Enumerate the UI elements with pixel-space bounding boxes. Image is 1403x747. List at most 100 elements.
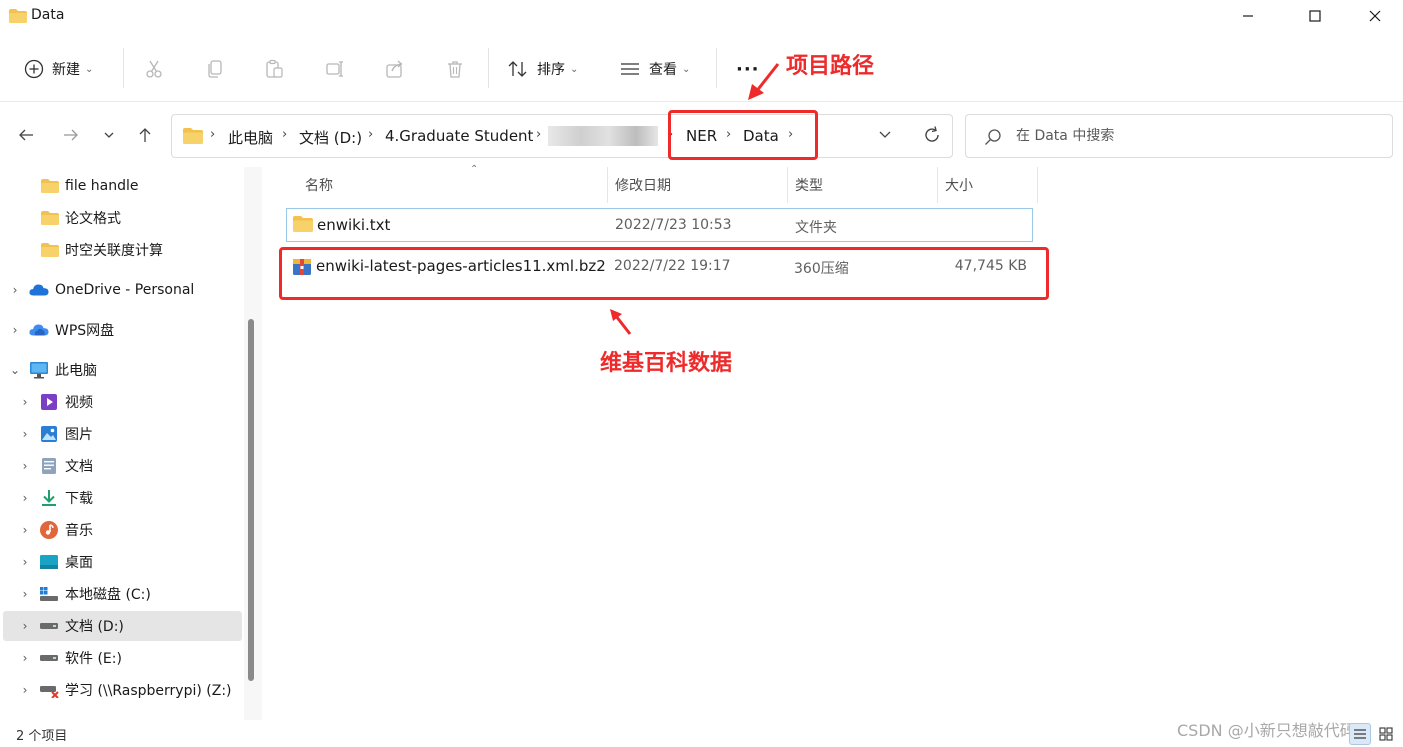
document-icon (39, 456, 59, 476)
new-label: 新建 (52, 62, 80, 78)
sidebar-item-network-z[interactable]: › 学习 (\\Raspberrypi) (Z:) (0, 675, 242, 705)
cut-button[interactable] (144, 52, 164, 86)
chevron-down-icon: ⌄ (570, 63, 579, 75)
chevron-right-icon[interactable]: › (19, 555, 31, 569)
chevron-right-icon[interactable]: › (19, 523, 31, 537)
column-header-type[interactable]: 类型 (788, 167, 938, 203)
folder-icon (40, 208, 60, 228)
sort-icon (508, 61, 527, 77)
wiki-data-annotation: 维基百科数据 (600, 351, 733, 376)
sidebar-item-documents[interactable]: › 文档 (0, 451, 242, 481)
sidebar-item-drive-e[interactable]: › 软件 (E:) (0, 643, 242, 673)
chevron-right-icon: › (210, 127, 216, 142)
address-row: › 此电脑 › 文档 (D:) › 4.Graduate Student › ›… (0, 103, 1403, 167)
sidebar-item-spatiotemporal[interactable]: 时空关联度计算 (0, 235, 242, 265)
search-icon (984, 128, 1002, 150)
chevron-right-icon[interactable]: › (19, 395, 31, 409)
copy-button[interactable] (205, 52, 225, 86)
toolbar-divider (716, 48, 717, 88)
chevron-right-icon[interactable]: › (19, 651, 31, 665)
file-name: enwiki.txt (317, 216, 391, 234)
clipboard-icon (266, 59, 283, 78)
sidebar-item-paper-format[interactable]: 论文格式 (0, 203, 242, 233)
sidebar-item-label: 此电脑 (55, 363, 97, 379)
sidebar-item-label: 图片 (65, 427, 93, 443)
folder-icon (40, 176, 60, 196)
delete-button[interactable] (445, 52, 465, 86)
toolbar-divider (123, 48, 124, 88)
sidebar-item-desktop[interactable]: › 桌面 (0, 547, 242, 577)
search-input[interactable] (1016, 123, 1376, 149)
sidebar-item-pictures[interactable]: › 图片 (0, 419, 242, 449)
chevron-right-icon[interactable]: › (9, 283, 21, 297)
folder-icon (293, 216, 313, 236)
command-bar: 新建 ⌄ 排序 ⌄ 查看 ⌄ ··· 项目路径 (0, 34, 1403, 102)
sidebar-item-drive-c[interactable]: › 本地磁盘 (C:) (0, 579, 242, 609)
arrow-right-icon (64, 129, 78, 141)
file-type: 文件夹 (795, 220, 837, 236)
annotation-box (668, 110, 818, 160)
drive-icon (39, 648, 59, 668)
annotation-box (279, 247, 1049, 300)
sidebar-item-drive-d[interactable]: › 文档 (D:) (3, 611, 242, 641)
folder-icon (9, 9, 27, 23)
up-button[interactable] (131, 121, 159, 149)
refresh-button[interactable] (922, 125, 942, 149)
breadcrumb-drive-d[interactable]: 文档 (D:) (299, 127, 362, 148)
sidebar-item-wps[interactable]: › WPS网盘 (0, 315, 242, 345)
chevron-right-icon[interactable]: › (19, 459, 31, 473)
sidebar-item-label: 时空关联度计算 (65, 243, 163, 259)
scrollbar-thumb[interactable] (248, 319, 254, 681)
chevron-right-icon[interactable]: › (19, 427, 31, 441)
chevron-right-icon: › (536, 127, 542, 142)
minimize-button[interactable] (1225, 0, 1271, 32)
new-button[interactable]: 新建 ⌄ (24, 52, 93, 86)
share-button[interactable] (385, 52, 405, 86)
sidebar-item-file-handle[interactable]: file handle (0, 171, 242, 201)
rename-button[interactable] (325, 52, 345, 86)
chevron-right-icon[interactable]: › (19, 587, 31, 601)
column-header-name[interactable]: ⌃ 名称 (286, 164, 608, 203)
chevron-down-icon (104, 132, 114, 138)
sidebar-item-music[interactable]: › 音乐 (0, 515, 242, 545)
chevron-right-icon[interactable]: › (19, 619, 31, 633)
folder-icon (40, 240, 60, 260)
recent-locations-button[interactable] (95, 121, 123, 149)
status-bar: 2 个项目 CSDN @小新只想敲代码 (0, 720, 1403, 747)
breadcrumb-this-pc[interactable]: 此电脑 (228, 127, 273, 148)
forward-button[interactable] (57, 121, 85, 149)
sidebar-item-videos[interactable]: › 视频 (0, 387, 242, 417)
sidebar-item-this-pc[interactable]: ⌄ 此电脑 (0, 355, 242, 385)
details-view-button[interactable] (1349, 723, 1371, 745)
paste-button[interactable] (264, 52, 284, 86)
tiles-view-button[interactable] (1375, 723, 1397, 745)
picture-icon (39, 424, 59, 444)
file-row[interactable]: enwiki.txt 2022/7/23 10:53 文件夹 (286, 208, 1033, 242)
wps-cloud-icon (29, 320, 49, 340)
chevron-right-icon[interactable]: › (9, 323, 21, 337)
sidebar-item-onedrive[interactable]: › OneDrive - Personal (0, 275, 242, 305)
address-bar[interactable]: › 此电脑 › 文档 (D:) › 4.Graduate Student › ›… (171, 114, 953, 158)
column-header-modified[interactable]: 修改日期 (608, 167, 788, 203)
trash-icon (448, 61, 462, 78)
music-icon (39, 520, 59, 540)
address-history-dropdown[interactable] (878, 127, 892, 145)
back-button[interactable] (12, 121, 40, 149)
sort-up-icon: ⌃ (470, 164, 479, 175)
chevron-right-icon[interactable]: › (19, 683, 31, 697)
column-header-size[interactable]: 大小 (938, 167, 1038, 203)
search-box[interactable] (965, 114, 1393, 158)
chevron-down-icon[interactable]: ⌄ (9, 363, 21, 377)
sidebar-item-label: 音乐 (65, 523, 93, 539)
maximize-button[interactable] (1292, 0, 1338, 32)
sort-button[interactable]: 排序 ⌄ (507, 52, 578, 86)
close-button[interactable] (1352, 0, 1398, 32)
breadcrumb-graduate-student[interactable]: 4.Graduate Student (385, 127, 533, 145)
chevron-right-icon[interactable]: › (19, 491, 31, 505)
sort-label: 排序 (537, 62, 565, 78)
view-button[interactable]: 查看 ⌄ (619, 52, 690, 86)
drive-icon (39, 616, 59, 636)
sidebar-item-downloads[interactable]: › 下载 (0, 483, 242, 513)
chevron-right-icon: › (368, 127, 374, 142)
plus-circle-icon (24, 59, 44, 79)
